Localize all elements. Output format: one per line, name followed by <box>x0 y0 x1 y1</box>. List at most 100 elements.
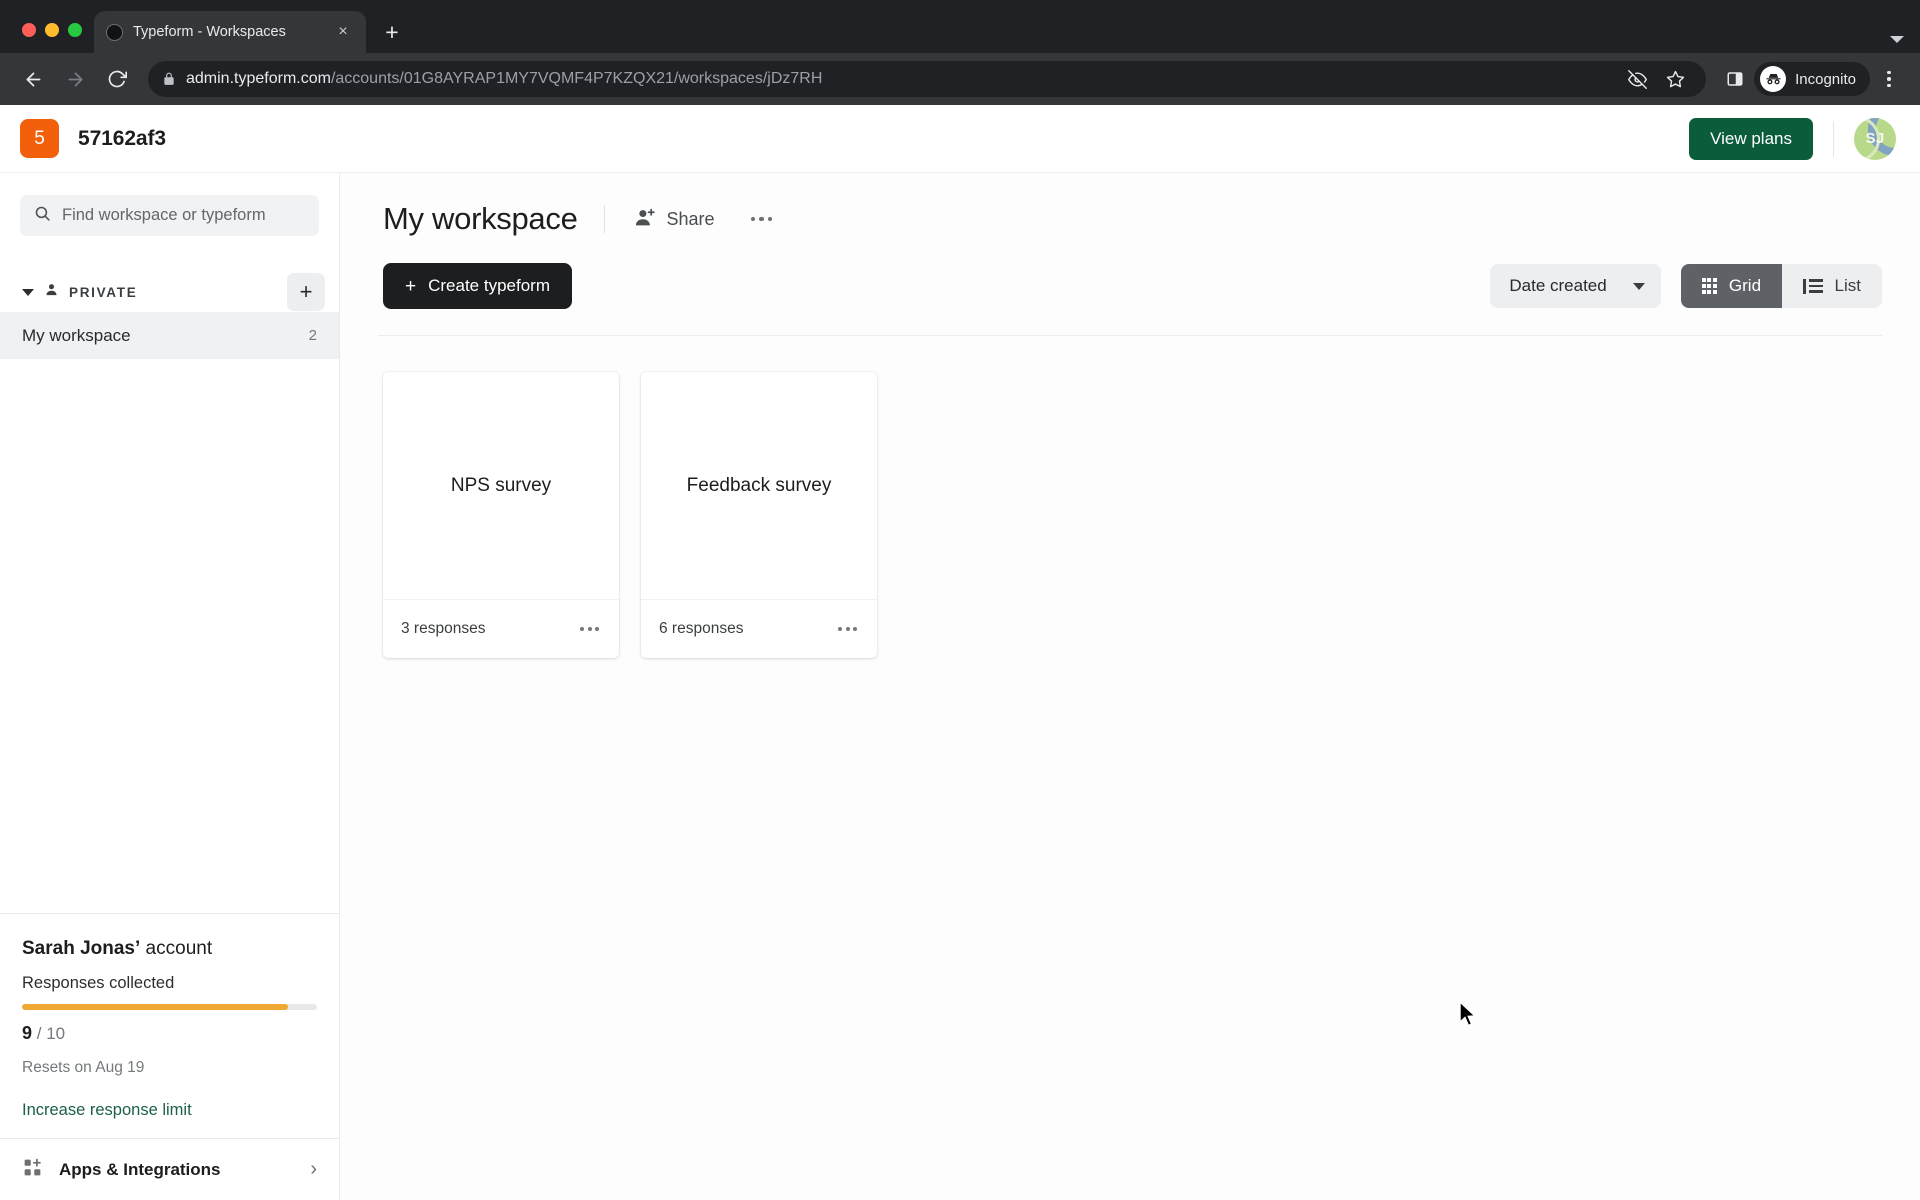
app-body: PRIVATE + My workspace 2 Sarah Jonas’ ac… <box>0 173 1920 1200</box>
responses-collected-label: Responses collected <box>22 974 175 992</box>
close-tab-icon[interactable]: × <box>332 21 354 43</box>
apps-grid-plus-icon <box>22 1157 43 1183</box>
private-section-header[interactable]: PRIVATE + <box>0 272 339 312</box>
response-count: 9 / 10 <box>22 1023 317 1044</box>
app-header: 5 57162af3 View plans SJ <box>0 105 1920 173</box>
incognito-icon <box>1760 66 1787 92</box>
eye-slash-icon[interactable] <box>1620 62 1654 96</box>
tab-list-control[interactable] <box>1890 36 1920 53</box>
tab-strip: Typeform - Workspaces × + <box>0 0 1920 53</box>
card-preview: Feedback survey <box>641 372 877 600</box>
search-input[interactable] <box>62 206 305 225</box>
tab-title: Typeform - Workspaces <box>133 24 286 40</box>
view-plans-button[interactable]: View plans <box>1689 117 1813 160</box>
reload-button[interactable] <box>98 60 136 98</box>
back-button[interactable] <box>14 60 52 98</box>
chevron-down-icon <box>1890 36 1904 43</box>
typeform-card-grid: NPS survey 3 responses Feedback survey 6… <box>378 336 1882 658</box>
sort-dropdown[interactable]: Date created <box>1490 264 1661 308</box>
typeform-card[interactable]: NPS survey 3 responses <box>383 372 619 658</box>
lock-icon <box>162 72 176 86</box>
main-content: My workspace Share + Create typeform Dat… <box>340 173 1920 1200</box>
header-divider <box>603 205 605 233</box>
sidebar-item-label: My workspace <box>22 325 131 345</box>
url-path: /accounts/01G8AYRAP1MY7VQMF4P7KZQX21/wor… <box>330 70 823 87</box>
private-label: PRIVATE <box>69 284 138 300</box>
list-view-button[interactable]: List <box>1782 264 1882 308</box>
workspace-toolbar: + Create typeform Date created Grid List <box>378 263 1882 336</box>
url-domain: admin.typeform.com <box>186 70 331 87</box>
add-workspace-button[interactable]: + <box>287 273 325 311</box>
account-owner-name: Sarah Jonas’ <box>22 938 141 959</box>
workspace-more-options-button[interactable] <box>745 209 779 230</box>
person-plus-icon <box>635 207 656 231</box>
typeform-name: Feedback survey <box>686 474 832 496</box>
sidebar: PRIVATE + My workspace 2 Sarah Jonas’ ac… <box>0 173 340 1200</box>
response-used: 9 <box>22 1023 33 1043</box>
typeform-more-options-button[interactable] <box>836 619 859 639</box>
omnibox-action-icons <box>1610 62 1692 96</box>
maximize-window-button[interactable] <box>68 23 82 37</box>
browser-toolbar: admin.typeform.com/accounts/01G8AYRAP1MY… <box>0 53 1920 105</box>
side-panel-icon[interactable] <box>1718 62 1752 96</box>
response-progress-bar <box>22 1004 317 1010</box>
typeform-response-count: 6 responses <box>659 620 744 637</box>
create-typeform-label: Create typeform <box>428 276 550 295</box>
list-icon <box>1803 278 1823 294</box>
chevron-right-icon: › <box>310 1158 317 1180</box>
plus-icon: + <box>405 275 417 297</box>
page-viewport: 5 57162af3 View plans SJ Find workspace … <box>0 105 1920 1200</box>
workspace-header: My workspace Share <box>378 173 1882 237</box>
apps-integrations-label: Apps & Integrations <box>59 1159 221 1179</box>
three-dot-menu-icon[interactable] <box>1872 62 1906 96</box>
address-bar[interactable]: admin.typeform.com/accounts/01G8AYRAP1MY… <box>148 61 1707 97</box>
apps-integrations-row[interactable]: Apps & Integrations › <box>0 1138 339 1200</box>
typeform-favicon-icon <box>106 23 123 41</box>
page-title: My workspace <box>383 201 578 236</box>
search-icon <box>34 205 51 227</box>
new-tab-button[interactable]: + <box>374 14 410 50</box>
caret-down-icon[interactable] <box>22 288 34 296</box>
create-typeform-button[interactable]: + Create typeform <box>383 263 572 309</box>
browser-tab[interactable]: Typeform - Workspaces × <box>94 11 366 53</box>
grid-view-button[interactable]: Grid <box>1680 264 1783 308</box>
avatar[interactable]: SJ <box>1854 117 1896 160</box>
sidebar-search-wrapper <box>0 173 339 236</box>
typeform-more-options-button[interactable] <box>578 619 601 639</box>
browser-window: Typeform - Workspaces × + admin.typeform… <box>0 0 1920 1200</box>
toolbar-right-controls: Date created Grid List <box>1490 264 1882 308</box>
minimize-window-button[interactable] <box>45 23 59 37</box>
typeform-name: NPS survey <box>450 474 552 496</box>
account-logo[interactable]: 5 <box>20 119 59 158</box>
forward-button[interactable] <box>56 60 94 98</box>
toolbar-right-icons: Incognito <box>1718 62 1906 96</box>
response-limit: / 10 <box>36 1024 66 1043</box>
grid-view-label: Grid <box>1728 276 1762 295</box>
typeform-card[interactable]: Feedback survey 6 responses <box>641 372 877 658</box>
view-toggle: Grid List <box>1680 264 1882 308</box>
sidebar-item-count: 2 <box>308 327 317 344</box>
close-window-button[interactable] <box>22 23 36 37</box>
grid-icon <box>1701 278 1717 294</box>
mouse-cursor <box>1458 1000 1480 1036</box>
sort-label: Date created <box>1509 276 1607 295</box>
chevron-down-icon <box>1632 282 1645 290</box>
incognito-profile-chip[interactable]: Incognito <box>1754 62 1870 96</box>
incognito-label: Incognito <box>1795 70 1856 88</box>
share-button[interactable]: Share <box>631 201 719 237</box>
person-icon <box>44 282 59 302</box>
window-traffic-lights <box>14 23 94 53</box>
avatar-initials: SJ <box>1865 130 1885 147</box>
app-header-actions: View plans SJ <box>1689 117 1896 160</box>
typeform-response-count: 3 responses <box>401 620 486 637</box>
sidebar-item-my-workspace[interactable]: My workspace 2 <box>0 312 339 359</box>
card-footer: 6 responses <box>641 600 877 658</box>
star-icon[interactable] <box>1658 62 1692 96</box>
account-owner-suffix: account <box>140 938 213 959</box>
card-footer: 3 responses <box>383 600 619 658</box>
search-box[interactable] <box>20 195 319 236</box>
card-preview: NPS survey <box>383 372 619 600</box>
increase-response-limit-link[interactable]: Increase response limit <box>22 1101 192 1120</box>
share-label: Share <box>666 208 715 229</box>
